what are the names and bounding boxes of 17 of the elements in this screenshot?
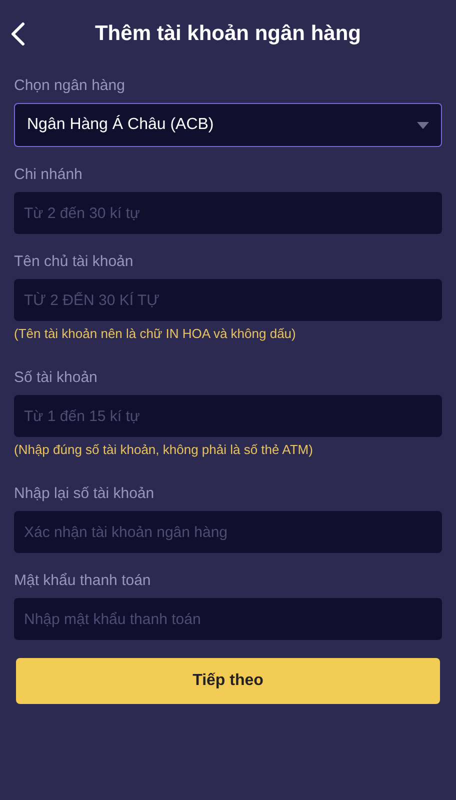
page-title: Thêm tài khoản ngân hàng	[94, 21, 362, 48]
next-button[interactable]: Tiếp theo	[16, 658, 440, 704]
hint-text: (Nhập đúng số tài khoản, không phải là số thẻ ATM)	[14, 442, 314, 458]
bank-select[interactable]: Ngân Hàng Á Châu (ACB)	[14, 103, 442, 147]
field-label: Số tài khoản	[14, 368, 98, 388]
field-label: Tên chủ tài khoản	[14, 252, 134, 272]
hint-text: (Tên tài khoản nên là chữ IN HOA và không dấu)	[14, 326, 297, 342]
input-field[interactable]: Từ 1 đến 15 kí tự	[14, 395, 442, 437]
input-field[interactable]: Từ 2 đến 30 kí tự	[14, 192, 442, 234]
field-label: Mật khẩu thanh toán	[14, 571, 152, 591]
input-field[interactable]: Xác nhận tài khoản ngân hàng	[14, 511, 442, 553]
field-label: Chi nhánh	[14, 165, 84, 185]
back-icon[interactable]	[10, 22, 26, 46]
field-label: Nhập lại số tài khoản	[14, 484, 156, 504]
dropdown-caret-icon	[417, 122, 429, 128]
field-label: Chọn ngân hàng	[14, 76, 126, 96]
input-field[interactable]: Nhập mật khẩu thanh toán	[14, 598, 442, 640]
